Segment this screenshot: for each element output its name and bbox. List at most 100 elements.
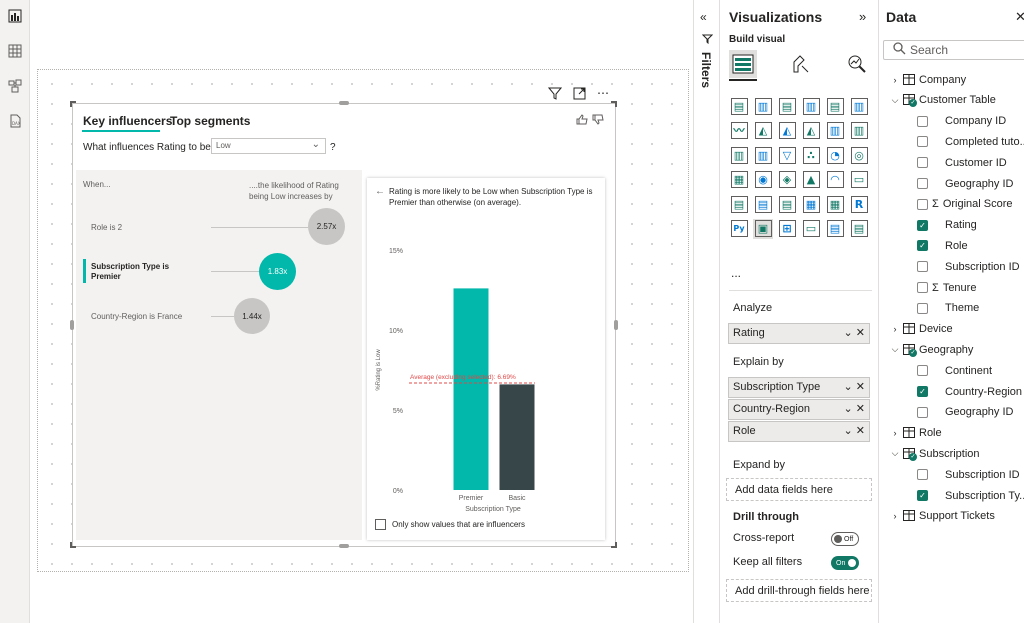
influencer-label[interactable]: Country-Region is France bbox=[91, 312, 182, 321]
chevron-right-icon[interactable]: › bbox=[890, 428, 900, 438]
bar-basic[interactable] bbox=[499, 384, 535, 490]
resize-handle-top[interactable] bbox=[339, 101, 349, 105]
field-checkbox[interactable] bbox=[917, 198, 928, 210]
field-checkbox[interactable] bbox=[917, 365, 928, 377]
data-field[interactable]: ✓ Role bbox=[917, 235, 968, 256]
data-table-subscription[interactable]: ⌵ ✓ Subscription bbox=[890, 443, 980, 464]
data-field[interactable]: Geography ID bbox=[917, 173, 1013, 194]
chevron-right-icon[interactable]: › bbox=[890, 75, 900, 85]
data-table-role[interactable]: › Role bbox=[890, 423, 942, 444]
funnel-chart-icon[interactable]: ▽ bbox=[777, 145, 797, 165]
drill-through-drop-zone[interactable]: Add drill-through fields here bbox=[726, 579, 872, 602]
line-and-clustered-column-chart-icon[interactable]: ▥ bbox=[849, 121, 869, 141]
data-field[interactable]: Subscription ID bbox=[917, 256, 1020, 277]
report-view-icon[interactable] bbox=[5, 6, 25, 26]
data-table-geography[interactable]: ⌵ ✓ Geography bbox=[890, 339, 973, 360]
data-table-device[interactable]: › Device bbox=[890, 319, 953, 340]
influencer-label[interactable]: Role is 2 bbox=[91, 223, 122, 232]
slicer-icon[interactable]: ▤ bbox=[777, 194, 797, 214]
python-visual-icon[interactable]: Py bbox=[729, 219, 749, 239]
kpi-icon[interactable]: ▤ bbox=[753, 194, 773, 214]
matrix-icon[interactable]: ▦ bbox=[825, 194, 845, 214]
resize-corner-tl[interactable] bbox=[70, 101, 76, 107]
only-influencers-checkbox[interactable] bbox=[375, 519, 386, 530]
bar-premier[interactable] bbox=[453, 288, 489, 490]
line-and-stacked-column-chart-icon[interactable]: ▥ bbox=[825, 121, 845, 141]
more-options-icon[interactable]: ⋯ bbox=[596, 86, 610, 100]
data-table-support-tickets[interactable]: › Support Tickets bbox=[890, 506, 995, 527]
filled-map-icon[interactable]: ◈ bbox=[777, 170, 797, 190]
more-visuals-icon[interactable]: ... bbox=[731, 266, 741, 280]
area-chart-icon[interactable]: ◭ bbox=[753, 121, 773, 141]
stacked-area-chart-icon[interactable]: ◭ bbox=[777, 121, 797, 141]
100-stacked-bar-chart-icon[interactable]: ▤ bbox=[825, 96, 845, 116]
r-visual-icon[interactable]: R bbox=[849, 194, 869, 214]
chevron-down-icon[interactable]: ⌄ bbox=[844, 327, 853, 339]
thumbs-down-icon[interactable] bbox=[592, 114, 604, 128]
field-checkbox[interactable] bbox=[917, 261, 928, 273]
expand-filters-icon[interactable]: « bbox=[700, 10, 707, 24]
key-influencers-icon[interactable]: ▣ bbox=[753, 218, 773, 239]
data-field[interactable]: Σ Original Score bbox=[917, 194, 1013, 215]
data-field[interactable]: Customer ID bbox=[917, 152, 1007, 173]
focus-mode-icon[interactable] bbox=[572, 86, 586, 100]
field-checkbox[interactable]: ✓ bbox=[917, 219, 928, 231]
field-checkbox[interactable]: ✓ bbox=[917, 386, 928, 397]
100-stacked-area-chart-icon[interactable]: ◭ bbox=[801, 121, 821, 141]
analyze-field-well[interactable]: Rating ⌄ ✕ bbox=[728, 323, 870, 344]
data-field[interactable]: ✓ Country-Region bbox=[917, 381, 1022, 402]
resize-handle-right[interactable] bbox=[614, 320, 618, 330]
decomposition-tree-icon[interactable]: ⊞ bbox=[777, 219, 797, 239]
resize-corner-bl[interactable] bbox=[70, 542, 76, 548]
data-field[interactable]: Σ Tenure bbox=[917, 277, 976, 298]
table-icon[interactable]: ▦ bbox=[801, 194, 821, 214]
influencer-bubble[interactable]: 2.57x bbox=[308, 208, 345, 245]
azure-map-icon[interactable]: ▲ bbox=[801, 170, 821, 190]
chevron-right-icon[interactable]: › bbox=[890, 324, 900, 334]
pie-chart-icon[interactable]: ◔ bbox=[825, 145, 845, 165]
multi-row-card-icon[interactable]: ▤ bbox=[729, 194, 749, 214]
clustered-column-chart-icon[interactable]: ▥ bbox=[801, 96, 821, 116]
donut-chart-icon[interactable]: ◎ bbox=[849, 145, 869, 165]
data-field[interactable]: Company ID bbox=[917, 111, 1006, 132]
explain-field-well[interactable]: Subscription Type ⌄ ✕ bbox=[728, 377, 870, 398]
gauge-icon[interactable]: ◠ bbox=[825, 170, 845, 190]
influencer-bubble-selected[interactable]: 1.83x bbox=[259, 253, 296, 290]
field-checkbox[interactable]: ✓ bbox=[917, 240, 928, 252]
clustered-bar-chart-icon[interactable]: ▤ bbox=[777, 96, 797, 116]
field-checkbox[interactable] bbox=[917, 406, 928, 418]
data-field[interactable]: Continent bbox=[917, 360, 992, 381]
resize-corner-tr[interactable] bbox=[611, 101, 617, 107]
q-and-a-icon[interactable]: ▭ bbox=[801, 219, 821, 239]
keep-all-filters-toggle[interactable]: On bbox=[831, 556, 859, 570]
field-checkbox[interactable] bbox=[917, 469, 928, 481]
remove-field-icon[interactable]: ✕ bbox=[856, 425, 865, 437]
data-field[interactable]: ✓ Rating bbox=[917, 215, 977, 236]
field-checkbox[interactable] bbox=[917, 282, 928, 293]
explain-field-well[interactable]: Role ⌄ ✕ bbox=[728, 421, 870, 442]
remove-field-icon[interactable]: ✕ bbox=[856, 327, 865, 339]
filters-title[interactable]: Filters bbox=[699, 52, 713, 88]
data-field[interactable]: Subscription ID bbox=[917, 464, 1020, 485]
chevron-down-icon[interactable]: ⌄ bbox=[844, 425, 853, 437]
field-checkbox[interactable] bbox=[917, 302, 928, 314]
data-field[interactable]: Theme bbox=[917, 298, 979, 319]
model-view-icon[interactable] bbox=[5, 76, 25, 96]
close-data-pane-icon[interactable]: ✕ bbox=[1015, 9, 1024, 25]
influencer-label-selected[interactable]: Subscription Type is Premier bbox=[91, 262, 191, 282]
field-checkbox[interactable]: ✓ bbox=[917, 490, 928, 501]
data-field[interactable]: Geography ID bbox=[917, 402, 1013, 423]
ribbon-chart-icon[interactable]: ▥ bbox=[729, 145, 749, 165]
tab-top-segments[interactable]: Top segments bbox=[170, 114, 250, 128]
collapse-visualizations-icon[interactable]: » bbox=[859, 9, 866, 24]
remove-field-icon[interactable]: ✕ bbox=[856, 403, 865, 415]
100-stacked-column-chart-icon[interactable]: ▥ bbox=[849, 96, 869, 116]
data-table-customer-table[interactable]: ⌵ ✓ Customer Table bbox=[890, 90, 996, 111]
cross-report-toggle[interactable]: Off bbox=[831, 532, 859, 546]
map-icon[interactable]: ◉ bbox=[753, 170, 773, 190]
field-checkbox[interactable] bbox=[917, 136, 928, 148]
build-visual-icon[interactable] bbox=[729, 50, 757, 78]
filter-icon[interactable] bbox=[701, 34, 714, 47]
line-chart-icon[interactable]: 〰 bbox=[729, 121, 749, 141]
data-field[interactable]: ✓ Subscription Ty... bbox=[917, 485, 1024, 506]
